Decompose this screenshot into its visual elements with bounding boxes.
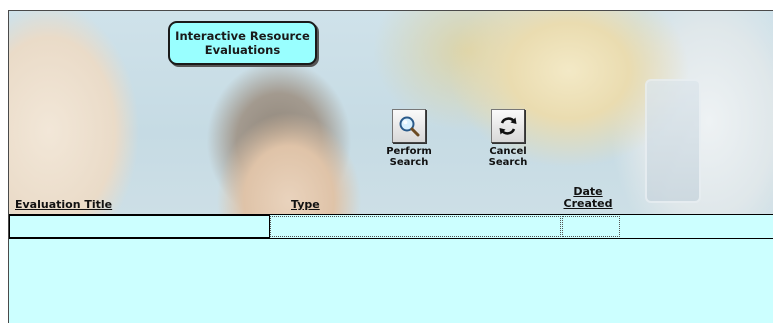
evaluation-title-field[interactable]: [10, 217, 269, 238]
cancel-search-label: Cancel Search: [488, 146, 528, 168]
search-row: [9, 214, 773, 239]
column-header-evaluation-title: Evaluation Title: [15, 198, 113, 211]
date-created-field[interactable]: [563, 219, 619, 238]
layout-frame: Interactive Resource Evaluations Perform…: [8, 10, 773, 323]
type-field-cell: [270, 216, 561, 238]
evaluation-title-field-cell: [9, 215, 270, 238]
results-area: [9, 214, 773, 323]
date-created-field-cell: [562, 216, 620, 238]
refresh-icon: [491, 109, 525, 143]
column-header-date-created: Date Created: [563, 185, 613, 210]
column-header-type: Type: [291, 198, 320, 211]
perform-search-button[interactable]: Perform Search: [379, 109, 439, 168]
background-monitor: [645, 79, 701, 203]
layout-title-badge: Interactive Resource Evaluations: [168, 21, 317, 65]
magnifier-icon: [392, 109, 426, 143]
perform-search-label: Perform Search: [386, 146, 432, 168]
layout-title: Interactive Resource Evaluations: [175, 29, 310, 57]
cancel-search-button[interactable]: Cancel Search: [478, 109, 538, 168]
type-field[interactable]: [271, 219, 560, 238]
